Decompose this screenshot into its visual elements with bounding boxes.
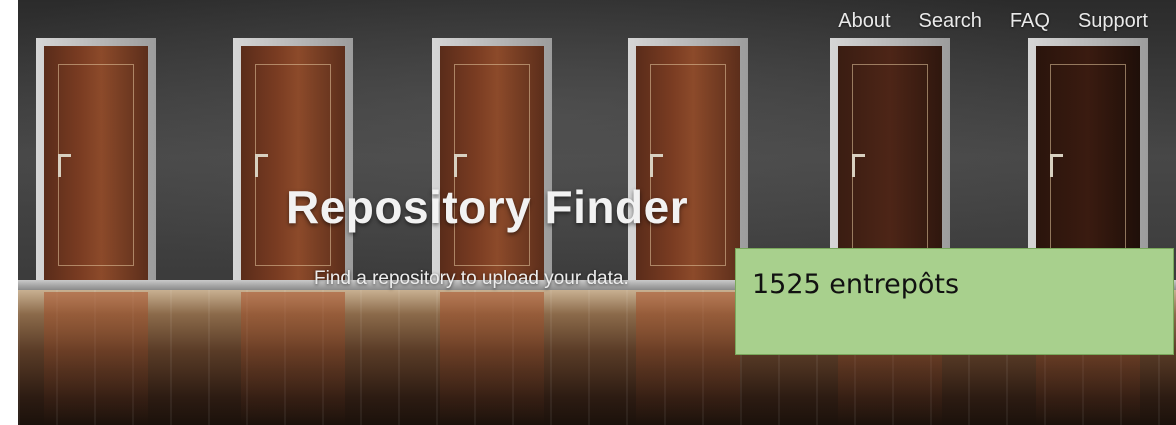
hero-wall-background	[18, 0, 1176, 285]
door-image-3	[432, 38, 552, 284]
door-image-4	[628, 38, 748, 284]
nav-link-about[interactable]: About	[824, 10, 904, 33]
door-reflection	[44, 292, 148, 425]
door-image-2	[233, 38, 353, 284]
repository-count-callout: 1525 entrepôts	[735, 248, 1174, 355]
top-nav: About Search FAQ Support	[824, 10, 1162, 33]
hero-banner: About Search FAQ Support Repository Find…	[18, 0, 1176, 425]
door-reflection	[440, 292, 544, 425]
page-subtitle: Find a repository to upload your data.	[314, 268, 629, 289]
door-image-1	[36, 38, 156, 284]
door-reflection	[241, 292, 345, 425]
door-reflection	[636, 292, 740, 425]
nav-link-support[interactable]: Support	[1064, 10, 1162, 33]
nav-link-faq[interactable]: FAQ	[996, 10, 1064, 33]
page-title: Repository Finder	[286, 181, 689, 233]
nav-link-search[interactable]: Search	[905, 10, 996, 33]
